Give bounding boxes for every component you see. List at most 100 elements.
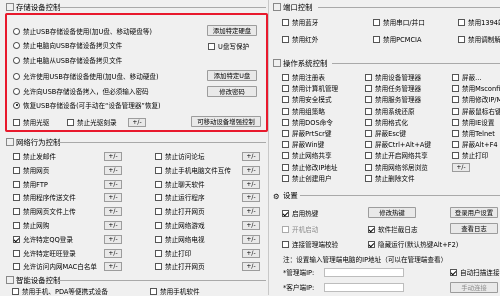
network-right-plus-minus-button[interactable]: +/- bbox=[242, 249, 260, 258]
disable-bluetooth-checkbox[interactable]: 禁用蓝牙 bbox=[282, 17, 318, 27]
collapse-icon[interactable] bbox=[273, 59, 281, 67]
os-option[interactable]: 屏蔽PrtScr键 bbox=[282, 128, 331, 138]
disable-optical-drive-checkbox[interactable]: 禁用光驱 bbox=[13, 117, 49, 127]
disable-1394-checkbox[interactable]: 禁用1394端口 bbox=[458, 17, 500, 27]
os-option[interactable]: 禁用服务管理器 bbox=[365, 94, 421, 104]
os-option[interactable]: 屏蔽鼠标右键 bbox=[452, 106, 500, 116]
network-right-plus-minus-button[interactable]: +/- bbox=[242, 235, 260, 244]
network-right-item[interactable]: 禁止运行程序 bbox=[155, 192, 205, 202]
network-right-item[interactable]: 禁止访问论坛 bbox=[155, 151, 205, 161]
network-left-plus-minus-button[interactable]: +/- bbox=[104, 180, 122, 189]
network-left-item[interactable]: 禁用程序传送文件 bbox=[13, 192, 76, 202]
disable-serial-port-checkbox[interactable]: 禁用串口/并口 bbox=[373, 17, 425, 27]
auto-scan-checkbox[interactable]: 自动扫描连接 bbox=[450, 267, 500, 277]
network-right-plus-minus-button[interactable]: +/- bbox=[242, 166, 260, 175]
os-option[interactable]: 屏蔽Win键 bbox=[282, 139, 324, 149]
network-left-plus-minus-button[interactable]: +/- bbox=[104, 193, 122, 202]
manual-connect-button[interactable]: 手动连接 bbox=[450, 282, 498, 293]
change-hotkey-button[interactable]: 修改热键 bbox=[368, 207, 416, 218]
network-right-item[interactable]: 禁止聊天软件 bbox=[155, 179, 205, 189]
software-block-log-checkbox[interactable]: 软件拦截日志 bbox=[368, 224, 418, 234]
mobile-device-control-button[interactable]: 可移动设备增强控制 bbox=[191, 116, 261, 127]
login-user-settings-button[interactable]: 登录用户设置 bbox=[450, 207, 498, 218]
os-option[interactable]: 禁用网络邻居浏览 bbox=[365, 162, 428, 172]
os-option[interactable]: 禁用格式化 bbox=[365, 117, 408, 127]
network-right-plus-minus-button[interactable]: +/- bbox=[242, 180, 260, 189]
os-option[interactable]: 禁用Telnet bbox=[452, 128, 495, 138]
network-left-plus-minus-button[interactable]: +/- bbox=[104, 221, 122, 230]
radio-block-copy-from-usb[interactable]: 禁止电脑从USB存储设备拷贝文件 bbox=[13, 55, 122, 65]
radio-button[interactable] bbox=[13, 72, 20, 80]
os-option[interactable]: 禁止开启网络共享 bbox=[365, 150, 428, 160]
collapse-icon[interactable] bbox=[6, 3, 14, 11]
os-option[interactable]: 禁止修改IP地址 bbox=[282, 162, 337, 172]
network-left-plus-minus-button[interactable]: +/- bbox=[104, 207, 122, 216]
network-left-item[interactable]: 禁用FTP bbox=[13, 179, 48, 189]
os-option[interactable]: 屏蔽Alt+F4 bbox=[452, 139, 498, 149]
os-option[interactable]: 禁用计算机管理 bbox=[282, 83, 338, 93]
os-option[interactable]: 禁用组策略 bbox=[282, 106, 325, 116]
collapse-icon[interactable] bbox=[6, 276, 14, 284]
view-log-button[interactable]: 查看日志 bbox=[450, 223, 498, 234]
os-option[interactable]: 禁止打印 bbox=[452, 150, 488, 160]
network-left-item[interactable]: 允许特定QQ登录 bbox=[13, 234, 73, 244]
network-right-item[interactable]: 禁止网络电视 bbox=[155, 234, 205, 244]
network-left-item[interactable]: 禁用网页 bbox=[13, 165, 49, 175]
add-specific-udisk-button[interactable]: 添加特定U盘 bbox=[207, 70, 257, 81]
disable-burn-checkbox[interactable]: 禁止光驱刻录 bbox=[67, 117, 117, 127]
network-right-plus-minus-button[interactable]: +/- bbox=[242, 221, 260, 230]
client-ip-input[interactable] bbox=[324, 283, 404, 292]
network-right-item[interactable]: 禁止打印 bbox=[155, 248, 191, 258]
change-password-button[interactable]: 修改密码 bbox=[207, 86, 257, 97]
network-right-item[interactable]: 禁止打开网页 bbox=[155, 261, 205, 271]
network-left-plus-minus-button[interactable]: +/- bbox=[104, 152, 122, 161]
network-right-item[interactable]: 禁止打开网页 bbox=[155, 206, 205, 216]
os-option[interactable]: 禁用DOS命令 bbox=[282, 117, 333, 127]
os-option[interactable]: 屏蔽Ctrl+Alt+A键 bbox=[365, 139, 431, 149]
network-right-plus-minus-button[interactable]: +/- bbox=[242, 207, 260, 216]
os-option[interactable]: 屏蔽... bbox=[452, 72, 481, 82]
add-specific-disk-button[interactable]: 添加特定硬盘 bbox=[207, 25, 257, 36]
radio-button[interactable] bbox=[13, 56, 20, 64]
os-option[interactable]: 禁用Msconfig bbox=[452, 83, 500, 93]
radio-restore-usb-storage[interactable]: 恢复USB存储设备(可手动在“设备管理器”恢复) bbox=[13, 100, 161, 110]
radio-disable-usb-storage[interactable]: 禁止USB存储设备使用(加U盘、移动硬盘等) bbox=[13, 26, 152, 36]
network-right-plus-minus-button[interactable]: +/- bbox=[242, 262, 260, 271]
network-right-plus-minus-button[interactable]: +/- bbox=[242, 152, 260, 161]
optical-plus-minus-button[interactable]: +/- bbox=[128, 118, 146, 127]
disable-modem-checkbox[interactable]: 禁用调制解调器 bbox=[458, 34, 500, 44]
boot-start-checkbox[interactable]: 开机启动 bbox=[282, 224, 318, 234]
os-option[interactable]: 禁止网络共享 bbox=[282, 150, 332, 160]
disable-infrared-checkbox[interactable]: 禁用红外 bbox=[282, 34, 318, 44]
network-right-item[interactable]: 禁止网络游戏 bbox=[155, 220, 205, 230]
network-left-item[interactable]: 允许特定旺旺登录 bbox=[13, 248, 76, 258]
manager-verify-checkbox[interactable]: 连接管理端校验 bbox=[282, 239, 338, 249]
os-option[interactable]: 禁用设备管理器 bbox=[365, 72, 421, 82]
os-option[interactable]: 禁止创建用户 bbox=[282, 173, 332, 183]
collapse-icon[interactable] bbox=[6, 138, 14, 146]
os-option[interactable]: 禁用注册表 bbox=[282, 72, 325, 82]
os-option[interactable]: 禁用任务管理器 bbox=[365, 83, 421, 93]
network-left-item[interactable]: 禁止发邮件 bbox=[13, 151, 56, 161]
network-left-plus-minus-button[interactable]: +/- bbox=[104, 262, 122, 271]
enable-hotkey-checkbox[interactable]: 启用热键 bbox=[282, 208, 318, 218]
radio-button[interactable] bbox=[13, 27, 20, 35]
os-plus-minus-button[interactable]: +/- bbox=[452, 163, 470, 172]
network-left-plus-minus-button[interactable]: +/- bbox=[104, 166, 122, 175]
os-option[interactable]: 禁用IE设置 bbox=[452, 117, 495, 127]
os-option[interactable]: 禁用修改IP/M... bbox=[452, 94, 500, 104]
radio-button[interactable] bbox=[13, 41, 20, 49]
network-left-item[interactable]: 允许访问内网MAC白名单 bbox=[13, 261, 97, 271]
radio-allow-with-password[interactable]: 允许向USB存储设备拷入，但必须输入密码 bbox=[13, 86, 149, 96]
network-left-item[interactable]: 禁用网页文件上传 bbox=[13, 206, 76, 216]
os-option[interactable]: 禁止删除文件 bbox=[365, 173, 415, 183]
radio-block-copy-to-usb[interactable]: 禁止电脑向USB存储设备拷贝文件 bbox=[13, 40, 122, 50]
os-option[interactable]: 禁用安全模式 bbox=[282, 94, 332, 104]
network-left-plus-minus-button[interactable]: +/- bbox=[104, 249, 122, 258]
network-left-plus-minus-button[interactable]: +/- bbox=[104, 235, 122, 244]
network-right-item[interactable]: 禁止手机电脑文件互传 bbox=[155, 165, 231, 175]
network-left-item[interactable]: 禁止网购 bbox=[13, 220, 49, 230]
collapse-icon[interactable] bbox=[273, 3, 281, 11]
hidden-run-checkbox[interactable]: 隐藏运行(默认热键Alt+F2) bbox=[368, 239, 458, 249]
os-option[interactable]: 禁用系统还原 bbox=[365, 106, 415, 116]
